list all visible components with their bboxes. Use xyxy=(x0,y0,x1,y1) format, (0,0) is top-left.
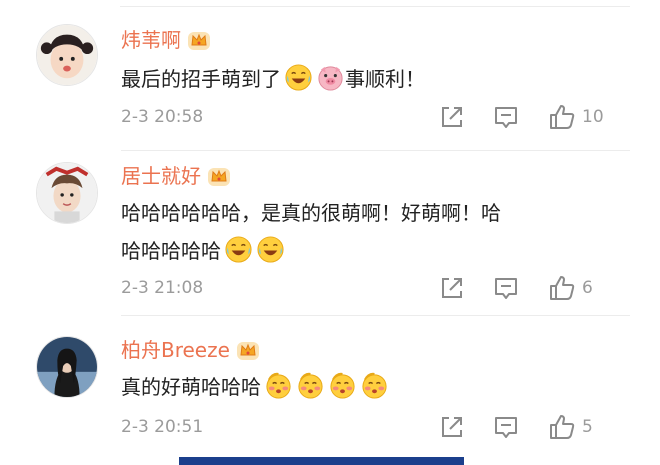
share-icon xyxy=(442,417,462,437)
share-button[interactable] xyxy=(438,103,466,131)
comment-meta: 2-3 20:51 5 xyxy=(121,413,630,443)
avatar[interactable] xyxy=(36,162,98,224)
comment-text-line: 哈哈哈哈哈哈，是真的很萌啊！好萌啊！哈 xyxy=(121,201,501,225)
crown-badge-icon xyxy=(187,29,211,51)
reply-button[interactable] xyxy=(492,274,520,302)
blushing-emoji xyxy=(296,371,325,400)
like-count: 10 xyxy=(582,107,604,127)
username-row: 居士就好 xyxy=(121,163,231,189)
like-count: 6 xyxy=(582,278,593,298)
comment-icon xyxy=(495,278,517,299)
pig-emoji xyxy=(316,63,345,92)
comment-item: 炜苇啊 最后的招手萌到了 事顺利！ 2-3 20:58 10 xyxy=(0,10,660,160)
comment-text-part: 哈哈哈哈哈 xyxy=(121,239,221,263)
reply-button[interactable] xyxy=(492,103,520,131)
thumbs-up-icon xyxy=(550,105,575,129)
laughing-tears-emoji xyxy=(224,235,253,264)
like-button[interactable]: 5 xyxy=(548,413,593,441)
username-row: 柏舟Breeze xyxy=(121,337,260,363)
timestamp: 2-3 20:58 xyxy=(121,107,204,127)
like-button[interactable]: 10 xyxy=(548,103,604,131)
crown-badge-icon xyxy=(236,339,260,361)
comment-text: 真的好萌哈哈哈 xyxy=(121,368,601,406)
comment-icon xyxy=(495,107,517,128)
share-icon xyxy=(442,107,462,127)
username[interactable]: 炜苇啊 xyxy=(121,27,181,53)
comment-item: 柏舟Breeze 真的好萌哈哈哈 2-3 20:51 5 xyxy=(0,320,660,460)
comment-text-part: 最后的招手萌到了 xyxy=(121,67,281,91)
username-row: 炜苇啊 xyxy=(121,27,211,53)
timestamp: 2-3 20:51 xyxy=(121,417,204,437)
top-divider xyxy=(120,6,630,7)
share-button[interactable] xyxy=(438,413,466,441)
comment-meta: 2-3 21:08 6 xyxy=(121,274,630,304)
avatar[interactable] xyxy=(36,336,98,398)
timestamp: 2-3 21:08 xyxy=(121,278,204,298)
username[interactable]: 居士就好 xyxy=(121,163,201,189)
username[interactable]: 柏舟Breeze xyxy=(121,337,230,363)
comment-icon xyxy=(495,417,517,438)
comment-text-line-2: 哈哈哈哈哈 xyxy=(121,232,601,270)
comment-meta: 2-3 20:58 10 xyxy=(121,103,630,133)
blushing-emoji xyxy=(360,371,389,400)
avatar[interactable] xyxy=(36,24,98,86)
comment-text-part: 事顺利！ xyxy=(345,67,425,91)
crown-badge-icon xyxy=(207,165,231,187)
thumbs-up-icon xyxy=(550,276,575,300)
laughing-tears-emoji xyxy=(284,63,313,92)
reply-button[interactable] xyxy=(492,413,520,441)
blushing-emoji xyxy=(264,371,293,400)
thumbs-up-icon xyxy=(550,415,575,439)
share-button[interactable] xyxy=(438,274,466,302)
embedded-image-preview[interactable] xyxy=(179,457,464,465)
comment-text: 哈哈哈哈哈哈，是真的很萌啊！好萌啊！哈 哈哈哈哈哈 xyxy=(121,194,601,270)
divider xyxy=(121,315,630,316)
like-count: 5 xyxy=(582,417,593,437)
comment-item: 居士就好 哈哈哈哈哈哈，是真的很萌啊！好萌啊！哈 哈哈哈哈哈 2-3 21:08… xyxy=(0,150,660,320)
share-icon xyxy=(442,278,462,298)
blushing-emoji xyxy=(328,371,357,400)
comment-text-part: 真的好萌哈哈哈 xyxy=(121,375,261,399)
like-button[interactable]: 6 xyxy=(548,274,593,302)
comment-text: 最后的招手萌到了 事顺利！ xyxy=(121,60,601,98)
laughing-tears-emoji xyxy=(256,235,285,264)
